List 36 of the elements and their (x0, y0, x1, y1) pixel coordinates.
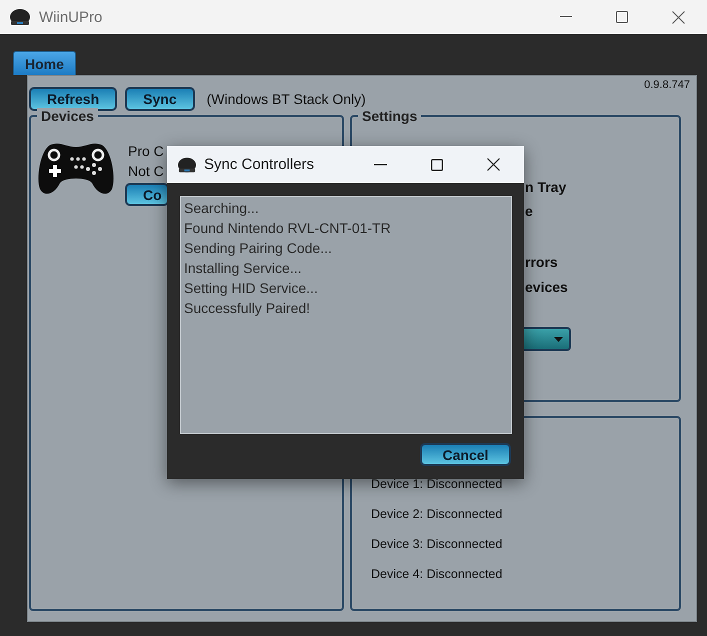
stack-note: (Windows BT Stack Only) (206, 91, 366, 107)
setting-option[interactable]: rrors (525, 254, 558, 270)
dome-icon (176, 156, 198, 174)
minimize-icon[interactable] (374, 164, 387, 166)
dialog-title: Sync Controllers (204, 156, 314, 173)
log-line: Found Nintendo RVL-CNT-01-TR (184, 219, 391, 238)
connect-button[interactable]: Co (125, 183, 169, 206)
maximize-icon[interactable] (431, 158, 443, 170)
dome-icon (8, 7, 32, 27)
setting-option[interactable]: e (525, 203, 533, 219)
close-icon[interactable] (487, 158, 500, 171)
toolbar-button[interactable]: Refresh (29, 87, 118, 111)
home-tab[interactable]: Home (13, 51, 76, 75)
cancel-button[interactable]: Cancel (420, 443, 511, 466)
device-status: Device 1: Disconnected (371, 476, 504, 492)
group-title: Settings (358, 108, 422, 124)
group-title: Devices (37, 108, 98, 124)
maximize-icon[interactable] (616, 11, 628, 23)
log-line: Setting HID Service... (184, 279, 318, 298)
window-title: WiinUPro (39, 8, 102, 26)
log-line: Successfully Paired! (184, 299, 310, 318)
device-status: Device 2: Disconnected (371, 506, 504, 522)
controller-name: Pro C (128, 142, 165, 161)
toolbar-button[interactable]: Sync (125, 87, 195, 111)
version-label: 0.9.8.747 (644, 79, 690, 91)
minimize-icon[interactable] (560, 16, 572, 18)
device-status: Device 3: Disconnected (371, 536, 504, 552)
log-line: Sending Pairing Code... (184, 239, 332, 258)
setting-option[interactable]: evices (525, 279, 568, 295)
close-icon[interactable] (672, 10, 685, 24)
caret-icon (554, 336, 563, 342)
log-line: Installing Service... (184, 259, 302, 278)
device-status: Device 4: Disconnected (371, 566, 504, 582)
setting-option[interactable]: n Tray (525, 179, 566, 195)
log-line: Searching... (184, 199, 259, 218)
connection-status: Not C (128, 162, 165, 181)
